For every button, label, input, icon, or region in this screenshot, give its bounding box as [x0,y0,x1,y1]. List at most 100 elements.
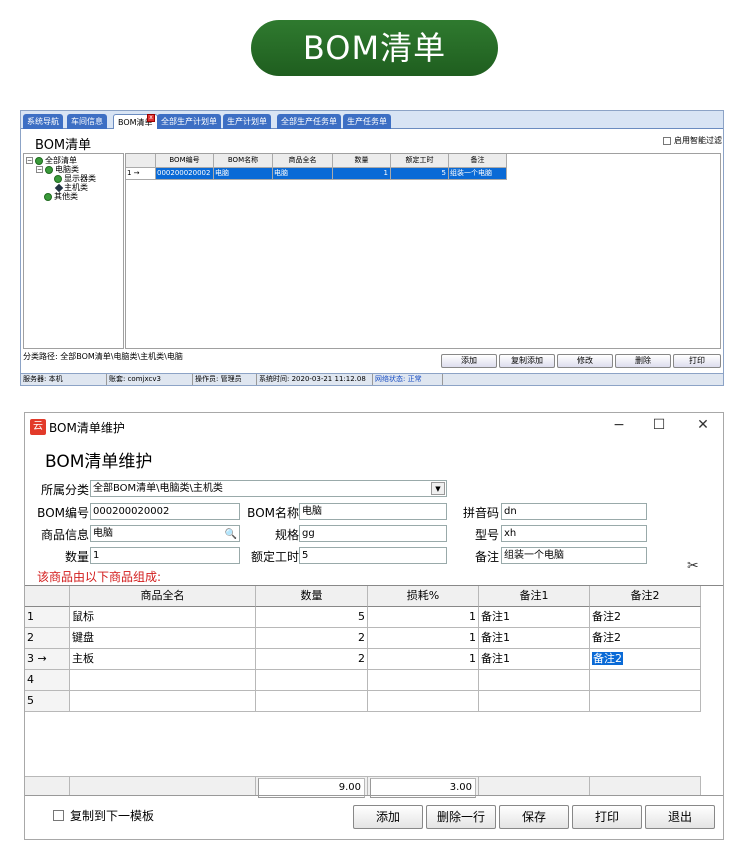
delete-row-button[interactable]: 删除一行 [426,805,496,829]
tools-icon[interactable]: ✂ [687,558,699,574]
cell-name[interactable]: 键盘 [70,628,256,649]
tree-node-other[interactable]: 其他类 [44,192,78,201]
header-cell[interactable]: 备注2 [590,586,701,607]
note-field[interactable]: 组装一个电脑 [501,547,647,564]
print-button[interactable]: 打印 [572,805,642,829]
cell-note2-editing[interactable]: 备注2 [590,649,701,670]
tree-node-root[interactable]: − 全部清单 [26,156,77,165]
pinyin-field[interactable]: dn [501,503,647,520]
table-row[interactable]: 1 → 000200020002 电脑 电脑 1 5 组装一个电脑 [126,168,507,180]
copy-add-button[interactable]: 复制添加 [499,354,555,368]
maximize-icon[interactable]: ☐ [649,417,669,433]
hours-field[interactable]: 5 [299,547,447,564]
add-button[interactable]: 添加 [441,354,497,368]
header-cell[interactable]: 备注1 [479,586,590,607]
cell-qty[interactable]: 2 [256,628,368,649]
copy-template-checkbox[interactable]: 复制到下一模板 [53,807,154,824]
add-button[interactable]: 添加 [353,805,423,829]
cell-note1[interactable]: 备注1 [479,628,590,649]
tree-node-host[interactable]: 主机类 [54,183,88,192]
cell-note2[interactable] [590,691,701,712]
exit-button[interactable]: 退出 [645,805,715,829]
tab-all-tasks[interactable]: 全部生产任务单 [277,114,341,129]
category-select[interactable]: 全部BOM清单\电脑类\主机类 ▼ [90,480,447,497]
checkbox-box[interactable] [663,136,671,145]
table-row[interactable]: 1 鼠标 5 1 备注1 备注2 [25,607,701,628]
cell-name[interactable] [70,670,256,691]
cell-note1[interactable] [479,691,590,712]
cell-name[interactable] [70,691,256,712]
cell-loss[interactable]: 1 [368,628,479,649]
cell-note2[interactable] [590,670,701,691]
tab-workshop[interactable]: 车间信息 [67,114,107,129]
cell-qty[interactable]: 1 [333,168,391,180]
table-row[interactable]: 4 [25,670,701,691]
collapse-icon[interactable]: − [26,157,33,164]
collapse-icon[interactable]: − [36,166,43,173]
cell-note[interactable]: 组装一个电脑 [449,168,507,180]
row-number: 4 [25,670,70,691]
smart-filter-checkbox[interactable]: 启用智能过滤 [663,135,722,146]
save-button[interactable]: 保存 [499,805,569,829]
search-icon[interactable]: 🔍 [225,527,237,541]
table-row[interactable]: 5 [25,691,701,712]
row-number: 1 → [126,168,156,180]
cell-note1[interactable]: 备注1 [479,649,590,670]
cell-name[interactable]: 主板 [70,649,256,670]
tab-tasks[interactable]: 生产任务单 [343,114,391,129]
cell-note2[interactable]: 备注2 [590,607,701,628]
bom-code-field[interactable]: 000200020002 [90,503,240,520]
tab-close-icon[interactable]: x [147,114,155,122]
checkbox-box[interactable] [53,810,64,821]
spec-field[interactable]: gg [299,525,447,542]
dropdown-arrow-icon[interactable]: ▼ [431,482,445,495]
cell-note1[interactable]: 备注1 [479,607,590,628]
cell-note1[interactable] [479,670,590,691]
header-cell[interactable]: BOM编号 [156,154,214,168]
cell-loss[interactable]: 1 [368,649,479,670]
cell-loss[interactable] [368,691,479,712]
tab-all-plans[interactable]: 全部生产计划单 [157,114,221,129]
totals-row: 9.00 3.00 [25,776,701,798]
cell-qty[interactable] [256,670,368,691]
close-icon[interactable]: ✕ [693,417,713,433]
tree-node-monitor[interactable]: 显示器类 [54,174,96,183]
totals-note1 [479,776,590,796]
edit-button[interactable]: 修改 [557,354,613,368]
tab-plans[interactable]: 生产计划单 [223,114,271,129]
cell-name[interactable]: 电脑 [214,168,273,180]
header-cell[interactable]: 数量 [333,154,391,168]
minimize-icon[interactable]: − [609,417,629,433]
table-row[interactable]: 3 → 主板 2 1 备注1 备注2 [25,649,701,670]
header-cell[interactable]: 额定工时 [391,154,449,168]
cell-qty[interactable] [256,691,368,712]
table-row[interactable]: 2 键盘 2 1 备注1 备注2 [25,628,701,649]
category-path: 分类路径: 全部BOM清单\电脑类\主机类\电脑 [23,352,183,361]
cell-hours[interactable]: 5 [391,168,449,180]
header-cell[interactable]: 备注 [449,154,507,168]
cell-qty[interactable]: 2 [256,649,368,670]
header-cell[interactable]: 商品全名 [70,586,256,607]
cell-fullname[interactable]: 电脑 [273,168,333,180]
bom-name-label: BOM名称 [247,506,299,520]
cell-name[interactable]: 鼠标 [70,607,256,628]
header-cell[interactable]: 损耗% [368,586,479,607]
bom-name-field[interactable]: 电脑 [299,503,447,520]
qty-field[interactable]: 1 [90,547,240,564]
tree-node-computer[interactable]: − 电脑类 [36,165,79,174]
cell-note2[interactable]: 备注2 [590,628,701,649]
header-cell[interactable]: 数量 [256,586,368,607]
header-cell[interactable]: 商品全名 [273,154,333,168]
goods-field[interactable]: 电脑 🔍 [90,525,240,542]
banner-title: BOM清单 [251,20,498,76]
delete-button[interactable]: 删除 [615,354,671,368]
selected-text[interactable]: 备注2 [592,652,623,665]
tab-system-nav[interactable]: 系统导航 [23,114,63,129]
print-button[interactable]: 打印 [673,354,721,368]
model-field[interactable]: xh [501,525,647,542]
cell-loss[interactable]: 1 [368,607,479,628]
cell-qty[interactable]: 5 [256,607,368,628]
cell-code[interactable]: 000200020002 [156,168,214,180]
cell-loss[interactable] [368,670,479,691]
header-cell[interactable]: BOM名称 [214,154,273,168]
